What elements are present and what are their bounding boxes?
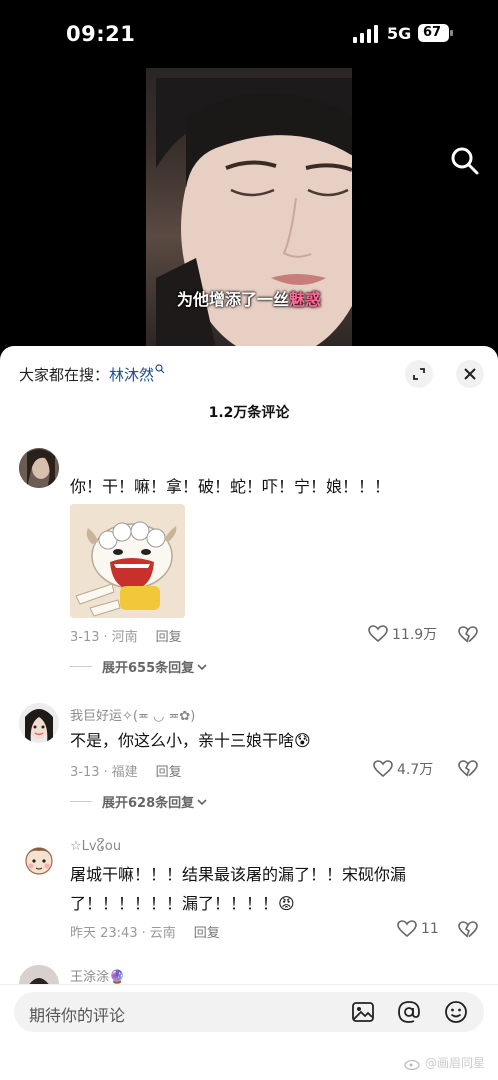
battery-level: 67 [423, 25, 442, 40]
chevron-down-icon [197, 663, 207, 670]
avatar[interactable] [19, 703, 59, 743]
close-button[interactable] [456, 360, 484, 388]
comment-count: 1.2万条评论 [208, 405, 290, 421]
chevron-down-icon [197, 798, 207, 805]
like-count: 4.7万 [397, 762, 434, 778]
expand-replies-label: 展开628条回复 [102, 796, 195, 811]
watermark: @画眉同星 [404, 1054, 485, 1071]
watermark-text: @画眉同星 [425, 1056, 486, 1070]
comment-date: 3-13 [70, 630, 100, 645]
broken-heart-icon[interactable] [458, 625, 478, 645]
comment-location: 河南 [111, 630, 138, 645]
expand-replies[interactable]: 展开655条回复 [70, 657, 208, 676]
expand-icon [413, 368, 425, 380]
avatar-image [19, 703, 59, 743]
like-count: 11.9万 [392, 627, 438, 643]
avatar[interactable] [19, 839, 59, 879]
avatar-image [19, 448, 59, 488]
comment-username[interactable]: 我巨好运✧(≖ ◡ ≖✿) [70, 705, 195, 724]
video-player[interactable]: 为他增添了一丝魅惑 [0, 68, 498, 358]
comment-date: 3-13 [70, 765, 100, 780]
small-search-icon [155, 364, 165, 374]
search-icon[interactable] [450, 146, 480, 176]
expand-button[interactable] [405, 360, 433, 388]
emoji-icon[interactable] [444, 1000, 468, 1024]
at-icon[interactable] [397, 1000, 421, 1024]
signal-icon [353, 25, 378, 43]
avatar[interactable] [19, 448, 59, 488]
comment-text: 你！干！嘛！拿！破！蛇！吓！宁！娘！！！ [70, 477, 391, 496]
reply-button[interactable]: 回复 [156, 630, 182, 645]
trending-label: 大家都在搜： [19, 366, 110, 384]
comment-username[interactable]: ☆Lv໒ິou [70, 839, 121, 854]
trending-keyword[interactable]: 林沐然 [109, 366, 154, 384]
comment-text-line: 屠城干嘛！！！结果最该屠的漏了！！宋砚你漏 [70, 865, 407, 884]
like-button[interactable]: 11 [397, 920, 439, 938]
like-count: 11 [421, 921, 439, 937]
comment-meta: 3-13 · 福建 回复 [70, 765, 182, 780]
expand-replies[interactable]: 展开628条回复 [70, 792, 208, 811]
avatar-image [19, 839, 59, 879]
video-frame[interactable]: 为他增添了一丝魅惑 [146, 68, 352, 348]
comment-input-bar[interactable]: 期待你的评论 [14, 992, 484, 1032]
broken-heart-icon[interactable] [458, 759, 478, 779]
comment-text-line: 了！！！！！！漏了！！！！😡 [70, 894, 295, 913]
trending-search[interactable]: 大家都在搜：林沐然 [19, 364, 165, 385]
subtitle-highlight: 魅惑 [289, 290, 322, 309]
comment-location: 云南 [149, 926, 176, 941]
heart-icon [397, 920, 417, 938]
video-subtitle: 为他增添了一丝魅惑 [146, 286, 352, 310]
comment-location: 福建 [111, 765, 138, 780]
battery-indicator: 67 [418, 24, 453, 42]
like-button[interactable]: 11.9万 [368, 624, 437, 644]
broken-heart-icon[interactable] [458, 920, 478, 940]
comment-username[interactable]: 王涂涂🔮 [70, 966, 125, 985]
comment-meta: 昨天 23:43 · 云南 回复 [70, 926, 220, 941]
expand-replies-label: 展开655条回复 [102, 661, 195, 676]
comment-date: 昨天 23:43 [70, 926, 138, 941]
image-icon[interactable] [351, 1000, 375, 1024]
comment-text: 屠城干嘛！！！结果最该屠的漏了！！宋砚你漏 了！！！！！！漏了！！！！😡 [70, 860, 450, 918]
network-type: 5G [387, 24, 412, 43]
avatar[interactable] [19, 965, 59, 984]
comment-text: 不是，你这么小，亲十三娘干啥😰 [70, 731, 311, 750]
reply-button[interactable]: 回复 [194, 926, 220, 941]
avatar-image [19, 965, 59, 984]
heart-icon [368, 625, 388, 643]
like-button[interactable]: 4.7万 [373, 759, 433, 779]
status-bar: 09:21 5G 67 [0, 0, 498, 68]
status-time: 09:21 [66, 22, 136, 46]
heart-icon [373, 760, 393, 778]
divider [0, 984, 498, 985]
close-icon [464, 368, 476, 380]
comment-meta: 3-13 · 河南 回复 [70, 630, 182, 645]
weibo-logo-icon [404, 1059, 420, 1070]
reply-button[interactable]: 回复 [156, 765, 182, 780]
sticker-image [70, 504, 185, 618]
subtitle-text: 为他增添了一丝 [176, 290, 289, 309]
comment-input[interactable]: 期待你的评论 [29, 1002, 125, 1026]
comment-sheet: 大家都在搜：林沐然 1.2万条评论 你！干！嘛！拿！破！蛇！吓！宁！娘！！！ 3… [0, 346, 498, 1080]
comment-sticker-image[interactable] [70, 504, 185, 618]
